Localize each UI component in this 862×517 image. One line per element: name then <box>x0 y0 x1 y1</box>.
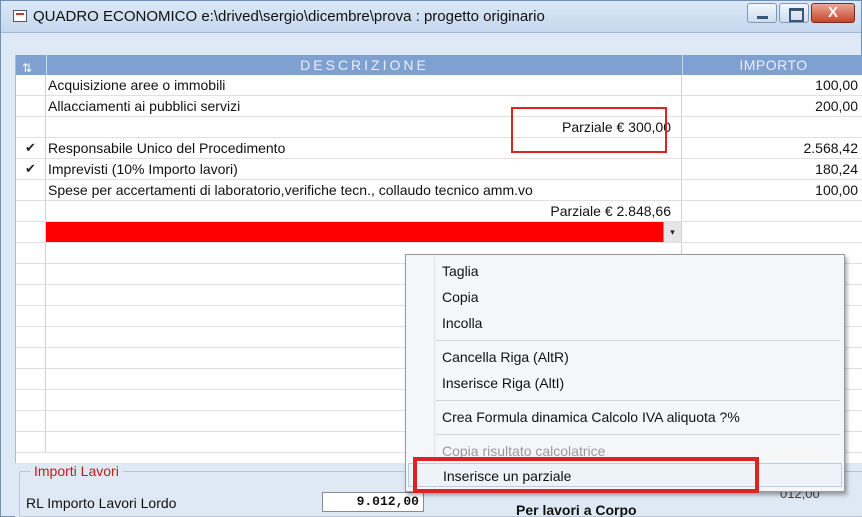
row-check[interactable] <box>16 222 46 242</box>
row-check[interactable] <box>16 306 46 326</box>
amount-column-header[interactable]: IMPORTO <box>682 55 862 75</box>
app-window: QUADRO ECONOMICO e:\drived\sergio\dicemb… <box>0 0 862 517</box>
menu-item-taglia[interactable]: Taglia <box>408 259 842 283</box>
row-amount[interactable] <box>682 201 862 221</box>
window-title: QUADRO ECONOMICO e:\drived\sergio\dicemb… <box>33 8 545 25</box>
maximize-button[interactable] <box>779 3 809 23</box>
row-check[interactable]: ✔ <box>16 159 46 179</box>
app-icon <box>13 10 27 22</box>
table-row[interactable]: ✔ Responsabile Unico del Procedimento 2.… <box>16 138 862 159</box>
row-amount[interactable]: 180,24 <box>682 159 862 179</box>
table-row[interactable]: Spese per accertamenti di laboratorio,ve… <box>16 180 862 201</box>
row-check[interactable] <box>16 243 46 263</box>
annotation-box-menu-item <box>413 457 759 493</box>
row-amount[interactable]: 100,00 <box>682 75 862 95</box>
table-row-partial[interactable]: Parziale € 2.848,66 <box>16 201 862 222</box>
chevron-down-icon[interactable]: ▾ <box>663 222 681 242</box>
row-check[interactable] <box>16 117 46 137</box>
row-check[interactable] <box>16 96 46 116</box>
menu-separator <box>436 340 840 341</box>
row-check[interactable] <box>16 180 46 200</box>
row-description[interactable]: Spese per accertamenti di laboratorio,ve… <box>46 180 682 200</box>
row-check[interactable] <box>16 348 46 368</box>
menu-item-copia[interactable]: Copia <box>408 285 842 309</box>
row-check[interactable] <box>16 432 46 452</box>
table-row-selected[interactable]: ▾ <box>16 222 862 243</box>
row-amount[interactable]: 200,00 <box>682 96 862 116</box>
table-row[interactable]: Allacciamenti ai pubblici servizi 200,00 <box>16 96 862 117</box>
row-description[interactable]: Acquisizione aree o immobili <box>46 75 682 95</box>
row-check[interactable] <box>16 369 46 389</box>
corpo-label: Per lavori a Corpo <box>516 502 637 517</box>
row-check[interactable] <box>16 411 46 431</box>
row-check[interactable]: ✔ <box>16 138 46 158</box>
row-amount[interactable]: 2.568,42 <box>682 138 862 158</box>
row-check[interactable] <box>16 201 46 221</box>
menu-item-incolla[interactable]: Incolla <box>408 311 842 335</box>
rl-label: RL Importo Lavori Lordo <box>26 495 177 511</box>
row-amount[interactable]: 100,00 <box>682 180 862 200</box>
row-edit-field[interactable]: ▾ <box>46 222 682 242</box>
row-amount[interactable] <box>682 222 862 242</box>
minimize-button[interactable] <box>747 3 777 23</box>
row-description[interactable]: Imprevisti (10% Importo lavori) <box>46 159 682 179</box>
menu-item-crea-formula-iva[interactable]: Crea Formula dinamica Calcolo IVA aliquo… <box>408 405 842 429</box>
row-check[interactable] <box>16 75 46 95</box>
group-title: Importi Lavori <box>30 463 123 479</box>
table-row[interactable]: Acquisizione aree o immobili 100,00 <box>16 75 862 96</box>
menu-item-inserisce-riga[interactable]: Inserisce Riga (AltI) <box>408 371 842 395</box>
close-button[interactable]: X <box>811 3 855 23</box>
description-column-header[interactable]: DESCRIZIONE <box>46 55 682 75</box>
window-controls: X <box>745 3 855 23</box>
menu-separator <box>436 400 840 401</box>
table-row-partial[interactable]: Parziale € 300,00 <box>16 117 862 138</box>
row-check[interactable] <box>16 390 46 410</box>
rl-amount-field[interactable]: 9.012,00 <box>322 492 424 512</box>
row-amount[interactable] <box>682 117 862 137</box>
title-bar[interactable]: QUADRO ECONOMICO e:\drived\sergio\dicemb… <box>1 1 861 33</box>
select-column-header[interactable]: ⇅ <box>16 55 46 75</box>
menu-item-cancella-riga[interactable]: Cancella Riga (AltR) <box>408 345 842 369</box>
row-check[interactable] <box>16 264 46 284</box>
row-partial-total[interactable]: Parziale € 2.848,66 <box>46 201 682 221</box>
row-check[interactable] <box>16 327 46 347</box>
menu-separator <box>436 434 840 435</box>
table-row[interactable]: ✔ Imprevisti (10% Importo lavori) 180,24 <box>16 159 862 180</box>
annotation-box-partial <box>511 107 667 153</box>
row-check[interactable] <box>16 285 46 305</box>
